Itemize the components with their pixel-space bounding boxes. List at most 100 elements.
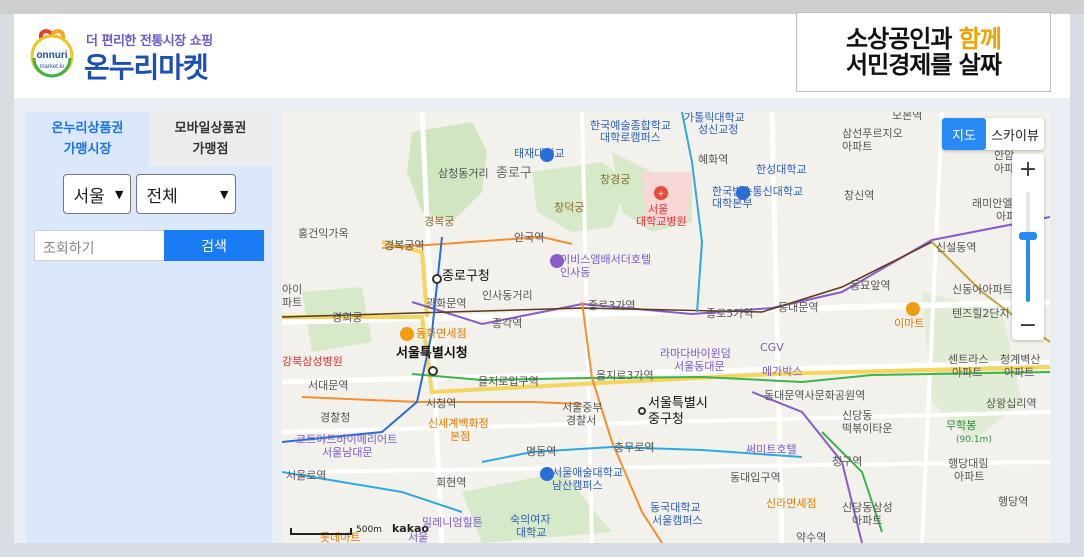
map-label: 서대문역: [308, 379, 349, 392]
map-label: 청계벽산: [1000, 353, 1041, 366]
map-label: 종로구: [496, 166, 532, 181]
chevron-down-icon: ▼: [115, 187, 124, 201]
tab-mobile-store[interactable]: 모바일상품권 가맹점: [149, 112, 272, 166]
map-marker-icon[interactable]: [638, 407, 646, 415]
map-label: 신라면세점: [766, 497, 817, 510]
map-label: 아파트: [952, 366, 983, 379]
map-label: 본점: [450, 430, 471, 443]
site-header: onnuri market.kr 더 편리한 전통시장 쇼핑 온누리마켓 소상공…: [14, 12, 1070, 98]
map-label: 서울애술대학교: [552, 466, 623, 479]
map-label: 삼청동거리: [438, 167, 489, 180]
map-label: 동대문역: [778, 301, 819, 314]
map-label: 서울동대문: [674, 360, 725, 373]
map-label: 센트라스: [948, 353, 989, 366]
kakao-logo: kakao: [391, 522, 429, 535]
map-label: 성신교정: [698, 123, 739, 136]
map-label: 동묘앞역: [850, 279, 891, 292]
map-label: (90.1m): [956, 435, 992, 445]
map-label: 청구역: [832, 455, 863, 468]
map-label: 서울중부: [562, 401, 603, 414]
map-label: 남산캠퍼스: [552, 479, 603, 492]
svg-text:onnuri: onnuri: [36, 50, 67, 61]
zoom-out-button[interactable]: −: [1012, 310, 1044, 340]
map-label: 신동아아파트: [952, 283, 1013, 296]
skyview-button[interactable]: 스카이뷰: [986, 118, 1044, 150]
map-label: 을지로입구역: [478, 375, 539, 388]
logo-title: 온누리마켓: [84, 51, 209, 84]
map-label: 경찰청: [320, 411, 351, 424]
map-label: 써미트호텔: [746, 443, 797, 456]
map-label: 아파트: [954, 470, 985, 483]
map-label: 신세계백화점: [428, 417, 489, 430]
map-label: 서울남대문: [322, 446, 373, 459]
map-label: 약수역: [796, 531, 827, 544]
onnuri-logo-icon: onnuri market.kr: [30, 29, 74, 78]
map-label: 신당동삼성: [842, 501, 893, 514]
map-label: 모본역: [892, 112, 923, 122]
map-label: 삼선푸르지오: [842, 127, 903, 140]
search-input[interactable]: 조회하기: [34, 230, 164, 261]
map-label: 경복궁: [424, 215, 455, 228]
region-selects: 서울 ▼ 전체 ▼: [26, 174, 272, 214]
map-label: 광화문역: [426, 297, 467, 310]
map-label: 밀레니엄힐튼: [422, 516, 483, 529]
map-label: 서울특별시청: [396, 346, 468, 361]
map-label: 텐즈힐2단지: [952, 307, 1010, 320]
map-label: 대학교: [516, 526, 547, 539]
city-select[interactable]: 서울 ▼: [62, 174, 131, 214]
map-label: 무학봉: [946, 419, 977, 432]
promo-banner[interactable]: 소상공인과 함께 서민경제를 살짜: [796, 12, 1051, 92]
map-label: 서울캠퍼스: [652, 514, 703, 527]
map-label: 아파트: [842, 140, 873, 153]
hospital-icon[interactable]: +: [654, 186, 668, 200]
map-label: 창경궁: [600, 173, 631, 186]
svg-text:market.kr: market.kr: [39, 64, 64, 70]
district-select[interactable]: 전체 ▼: [135, 174, 236, 214]
shopping-icon[interactable]: [400, 327, 414, 341]
map-label: 안국역: [514, 231, 545, 244]
search-button[interactable]: 검색: [164, 230, 264, 261]
map-type-control: 지도 스카이뷰: [942, 118, 1044, 150]
shopping-icon[interactable]: [906, 302, 920, 316]
tab-onnuri-market[interactable]: 온누리상품권 가맹시장: [26, 112, 149, 166]
map-label: 떡볶이타운: [842, 422, 893, 435]
map-marker-icon[interactable]: [432, 274, 442, 284]
kakao-map[interactable]: 가톨릭대학교 성신교정 모본역 한국예술종합학교 대학로캠퍼스 삼선푸르지오 아…: [282, 112, 1050, 543]
map-label: 신설동역: [936, 241, 977, 254]
map-label: 라마다바이윈덤: [660, 347, 731, 360]
map-label: 코트야드바이메리어트: [296, 433, 398, 446]
map-label: 대학본부: [712, 197, 753, 210]
map-label: 이마트: [894, 317, 925, 330]
zoom-in-button[interactable]: +: [1012, 154, 1044, 184]
map-label: 창신역: [844, 189, 875, 202]
map-label: 파트: [282, 296, 303, 309]
map-label: 경찰서: [566, 414, 597, 427]
site-logo[interactable]: onnuri market.kr 더 편리한 전통시장 쇼핑 온누리마켓: [28, 26, 228, 86]
map-label: 명동역: [526, 445, 557, 458]
sidebar-tabs: 온누리상품권 가맹시장 모바일상품권 가맹점: [26, 112, 272, 166]
search-bar: 조회하기 검색: [34, 230, 272, 261]
school-icon[interactable]: [540, 148, 554, 162]
map-label: 상왕십리역: [986, 397, 1037, 410]
search-sidebar: 온누리상품권 가맹시장 모바일상품권 가맹점 서울 ▼ 전체 ▼ 조회하기 검색: [26, 112, 272, 543]
school-icon[interactable]: [736, 186, 750, 200]
map-label: 메가박스: [762, 365, 803, 378]
map-view-button[interactable]: 지도: [942, 118, 986, 150]
school-icon[interactable]: [540, 467, 554, 481]
hotel-icon[interactable]: [550, 254, 564, 268]
zoom-slider-handle[interactable]: [1019, 232, 1037, 240]
map-label: 시청역: [426, 397, 457, 410]
map-label: 동대입구역: [730, 471, 781, 484]
map-label: 행당역: [998, 495, 1029, 508]
chevron-down-icon: ▼: [220, 187, 229, 201]
map-label: 회현역: [436, 476, 467, 489]
map-label: 아파트: [852, 514, 883, 527]
main-area: 온누리상품권 가맹시장 모바일상품권 가맹점 서울▼ 전체▼ 조회하기 검색: [14, 98, 1070, 543]
map-label: 동대문역사문화공원역: [764, 389, 866, 402]
map-marker-icon[interactable]: [428, 366, 438, 376]
map-label: 신당동: [842, 409, 873, 422]
map-label: 숙의여자: [510, 513, 551, 526]
map-label: 서울로역: [286, 469, 327, 482]
map-label: 서울특별시: [648, 396, 708, 411]
map-label: 홍건익가옥: [298, 227, 349, 240]
